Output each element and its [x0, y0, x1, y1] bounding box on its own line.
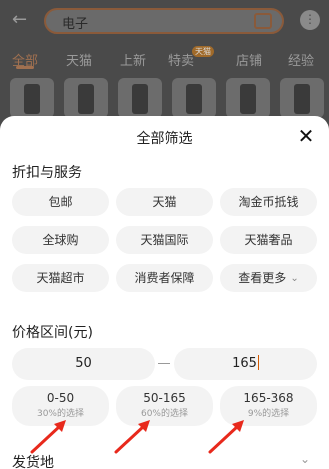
product-thumbnail[interactable] — [226, 78, 270, 118]
chevron-down-icon: ⌄ — [290, 273, 299, 284]
chip-tmall-luxury[interactable]: 天猫奢品 — [220, 226, 317, 254]
chevron-down-icon[interactable]: ⌄ — [300, 452, 310, 466]
chip-view-more[interactable]: 查看更多 ⌄ — [220, 264, 317, 292]
product-thumbnail[interactable] — [172, 78, 216, 118]
price-max-value: 165 — [232, 356, 257, 371]
price-range-dash — [158, 363, 170, 364]
range-label: 165-368 — [243, 391, 294, 405]
tab-experience[interactable]: 经验 — [288, 50, 314, 69]
chip-global[interactable]: 全球购 — [12, 226, 109, 254]
product-thumbnail[interactable] — [64, 78, 108, 118]
text-cursor — [257, 355, 259, 370]
price-min-value: 50 — [75, 356, 92, 371]
annotation-arrow-icon — [114, 420, 150, 454]
chip-tmall-supermarket[interactable]: 天猫超市 — [12, 264, 109, 292]
tab-badge: 天猫 — [192, 46, 214, 57]
back-arrow-icon[interactable]: ← — [12, 10, 32, 30]
product-thumbnails — [10, 78, 329, 118]
range-label: 50-165 — [143, 391, 186, 405]
tab-tmall[interactable]: 天猫 — [66, 50, 92, 69]
tab-new[interactable]: 上新 — [120, 50, 146, 69]
search-bar[interactable]: 电子 — [44, 8, 284, 34]
price-max-input[interactable]: 165 — [174, 348, 317, 380]
chip-consumer-protection[interactable]: 消费者保障 — [116, 264, 213, 292]
view-more-label: 查看更多 — [238, 271, 287, 285]
sheet-title: 全部筛选 — [136, 131, 193, 147]
product-thumbnail[interactable] — [10, 78, 54, 118]
tab-underline — [16, 66, 34, 69]
tab-sale[interactable]: 特卖 — [168, 50, 194, 69]
chip-tmall-intl[interactable]: 天猫国际 — [116, 226, 213, 254]
ship-from-title[interactable]: 发货地 — [12, 452, 54, 469]
tab-bar: 全部 天猫 上新 特卖 天猫 店铺 经验 — [0, 46, 329, 72]
price-section-title: 价格区间(元) — [12, 325, 93, 341]
chip-taojinbi[interactable]: 淘金币抵钱 — [220, 188, 317, 216]
range-label: 0-50 — [46, 391, 75, 405]
more-dots-icon[interactable]: ⋮ — [300, 10, 320, 30]
close-icon[interactable]: ✕ — [294, 124, 318, 148]
search-input[interactable]: 电子 — [62, 13, 88, 32]
product-thumbnail[interactable] — [280, 78, 324, 118]
chip-tmall[interactable]: 天猫 — [116, 188, 213, 216]
tab-shops[interactable]: 店铺 — [236, 50, 262, 69]
camera-icon[interactable] — [254, 13, 272, 29]
filter-sheet: 全部筛选 ✕ 折扣与服务 包邮 天猫 淘金币抵钱 全球购 天猫国际 天猫奢品 天… — [0, 116, 329, 469]
product-thumbnail[interactable] — [118, 78, 162, 118]
annotation-arrow-icon — [208, 420, 244, 454]
discount-section-title: 折扣与服务 — [12, 165, 82, 181]
chip-free-shipping[interactable]: 包邮 — [12, 188, 109, 216]
price-min-input[interactable]: 50 — [12, 348, 155, 380]
